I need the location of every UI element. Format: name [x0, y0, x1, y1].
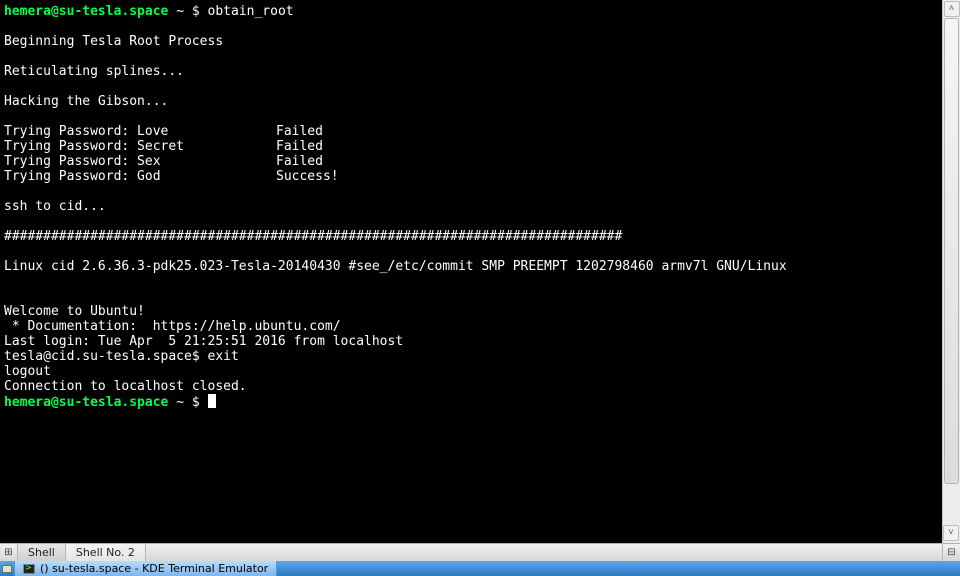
prompt-host: hemera@su-tesla.space	[4, 4, 168, 19]
scroll-track[interactable]	[944, 18, 959, 525]
line-begin: Beginning Tesla Root Process	[4, 34, 223, 49]
tab-strip: ⊞ Shell Shell No. 2 ⊟	[0, 543, 960, 561]
plus-icon: ⊞	[4, 547, 12, 558]
taskbar: () su-tesla.space - KDE Terminal Emulato…	[0, 561, 960, 576]
taskbar-window-title: () su-tesla.space - KDE Terminal Emulato…	[40, 562, 268, 575]
line-closed: Connection to localhost closed.	[4, 379, 247, 394]
line-logout: logout	[4, 364, 51, 379]
chevron-up-icon: ˄	[949, 4, 954, 14]
scroll-up-button[interactable]: ˄	[944, 1, 960, 17]
scroll-down-button[interactable]: ˅	[943, 525, 959, 541]
password-attempt: Trying Password: GodSuccess!	[4, 169, 339, 184]
line-gibson: Hacking the Gibson...	[4, 94, 168, 109]
line-welcome: Welcome to Ubuntu!	[4, 304, 145, 319]
tab-shell[interactable]: Shell	[18, 544, 66, 561]
line-docs: * Documentation: https://help.ubuntu.com…	[4, 319, 341, 334]
terminal-icon	[23, 564, 35, 574]
line-uname: Linux cid 2.6.36.3-pdk25.023-Tesla-20140…	[4, 259, 787, 274]
scrollbar[interactable]: ˄ ˅	[942, 0, 960, 543]
tab-shell-2[interactable]: Shell No. 2	[66, 544, 146, 561]
password-attempt: Trying Password: SecretFailed	[4, 139, 323, 154]
window: hemera@su-tesla.space ~ $ obtain_root Be…	[0, 0, 960, 576]
line-innerprompt: tesla@cid.su-tesla.space$ exit	[4, 349, 239, 364]
prompt-path: ~ $	[168, 395, 207, 410]
show-desktop-button[interactable]	[0, 561, 15, 576]
new-tab-button[interactable]: ⊞	[0, 544, 18, 561]
scroll-thumb[interactable]	[944, 18, 959, 484]
line-splines: Reticulating splines...	[4, 64, 184, 79]
cursor	[208, 394, 216, 408]
taskbar-window-button[interactable]: () su-tesla.space - KDE Terminal Emulato…	[15, 561, 277, 576]
terminal-output[interactable]: hemera@su-tesla.space ~ $ obtain_root Be…	[0, 0, 942, 543]
desktop-icon	[2, 565, 12, 573]
chevron-down-icon: ˅	[948, 528, 953, 538]
line-ssh: ssh to cid...	[4, 199, 106, 214]
tab-label: Shell No. 2	[76, 546, 135, 559]
close-tab-button[interactable]: ⊟	[942, 544, 960, 561]
tabstrip-spacer	[146, 544, 942, 561]
password-attempt: Trying Password: LoveFailed	[4, 124, 323, 139]
tab-label: Shell	[28, 546, 55, 559]
minus-icon: ⊟	[947, 547, 955, 558]
prompt-path: ~ $	[168, 4, 207, 19]
entered-command: obtain_root	[208, 4, 294, 19]
password-attempt: Trying Password: SexFailed	[4, 154, 323, 169]
line-bannerbar: ########################################…	[4, 229, 622, 244]
prompt-host: hemera@su-tesla.space	[4, 395, 168, 410]
line-lastlogin: Last login: Tue Apr 5 21:25:51 2016 from…	[4, 334, 403, 349]
